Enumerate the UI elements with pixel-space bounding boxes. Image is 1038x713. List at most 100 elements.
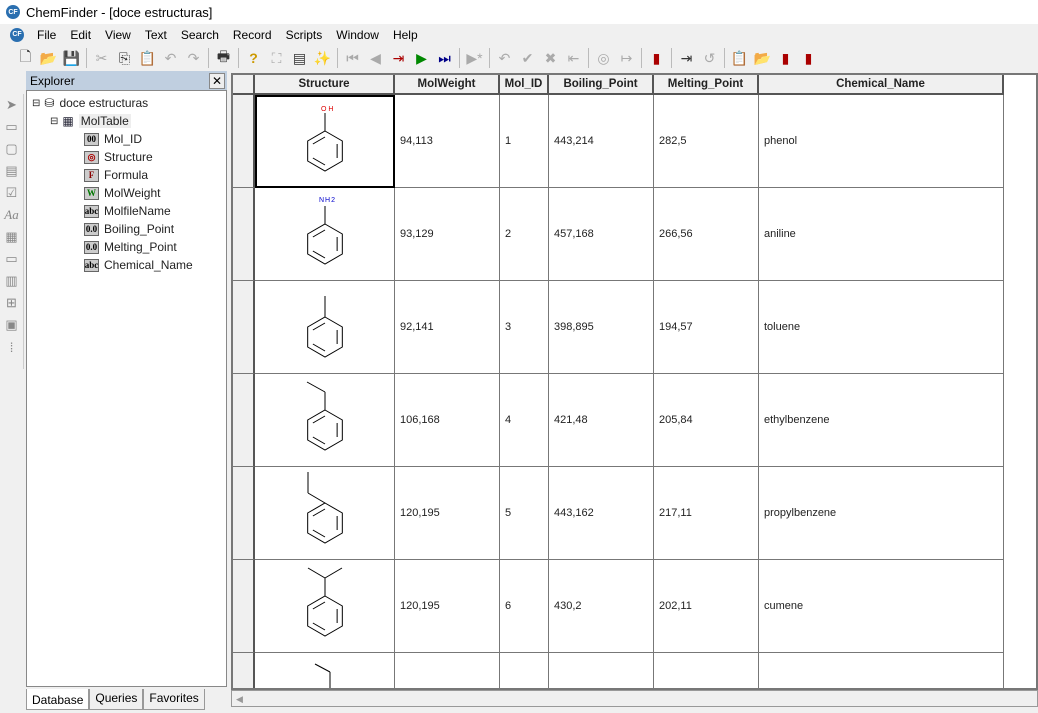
- menu-record[interactable]: Record: [226, 28, 279, 42]
- wizard-icon[interactable]: ✨: [311, 47, 334, 69]
- column-header[interactable]: Structure: [255, 75, 395, 95]
- molweight-cell[interactable]: 92,141: [395, 281, 500, 374]
- list-icon[interactable]: ▮: [645, 47, 668, 69]
- report-icon[interactable]: ▮: [774, 47, 797, 69]
- form-icon[interactable]: ▮: [797, 47, 820, 69]
- box-tool-icon[interactable]: ▭: [0, 116, 23, 138]
- redo-icon[interactable]: ↷: [182, 47, 205, 69]
- column-header[interactable]: MolWeight: [395, 75, 500, 95]
- melting-cell[interactable]: 217,11: [654, 467, 759, 560]
- column-header[interactable]: Melting_Point: [654, 75, 759, 95]
- boiling-cell[interactable]: 430,2: [549, 560, 654, 653]
- tab-queries[interactable]: Queries: [89, 689, 144, 710]
- mol_id-cell[interactable]: 6: [500, 560, 549, 653]
- name-cell[interactable]: phenol: [759, 95, 1004, 188]
- tree-field[interactable]: 0.0 Boiling_Point: [27, 220, 226, 238]
- picture-tool-icon[interactable]: ▦: [0, 226, 23, 248]
- menu-view[interactable]: View: [98, 28, 138, 42]
- tree-field[interactable]: abc MolfileName: [27, 202, 226, 220]
- table-view-icon[interactable]: ▤: [288, 47, 311, 69]
- molweight-cell[interactable]: 94,113: [395, 95, 500, 188]
- commit-icon[interactable]: ✔: [516, 47, 539, 69]
- table-row[interactable]: 120,195 6 430,2 202,11 cumene: [233, 560, 1004, 653]
- folder-icon[interactable]: 📂: [751, 47, 774, 69]
- corner-cell[interactable]: [233, 75, 255, 95]
- boiling-cell[interactable]: 443,162: [549, 467, 654, 560]
- table-row[interactable]: NH2 93,129 2 457,168 266,56 aniline: [233, 188, 1004, 281]
- table-row[interactable]: 106,168 4 421,48 205,84 ethylbenzene: [233, 374, 1004, 467]
- tab-database[interactable]: Database: [26, 689, 90, 710]
- table-tool-icon[interactable]: ⊞: [0, 292, 23, 314]
- melting-cell[interactable]: 266,56: [654, 188, 759, 281]
- boiling-cell[interactable]: 457,168: [549, 188, 654, 281]
- previous-record-icon[interactable]: ◀: [364, 47, 387, 69]
- row-selector[interactable]: [233, 560, 255, 653]
- horizontal-scrollbar[interactable]: ◀: [231, 690, 1038, 707]
- delete-icon[interactable]: ✖: [539, 47, 562, 69]
- help-icon[interactable]: ?: [242, 47, 265, 69]
- collapse-icon[interactable]: ⊟: [32, 98, 40, 109]
- melting-cell[interactable]: 194,57: [654, 281, 759, 374]
- next-record-icon[interactable]: ▶: [410, 47, 433, 69]
- row-selector[interactable]: [233, 95, 255, 188]
- checkbox-tool-icon[interactable]: ☑: [0, 182, 23, 204]
- melting-cell[interactable]: 282,5: [654, 95, 759, 188]
- tab-favorites[interactable]: Favorites: [143, 689, 205, 710]
- tree-field[interactable]: F Formula: [27, 166, 226, 184]
- molweight-cell[interactable]: [395, 653, 500, 688]
- mol_id-cell[interactable]: 2: [500, 188, 549, 281]
- new-record-icon[interactable]: ▶*: [463, 47, 486, 69]
- table-row[interactable]: 120,195 5 443,162 217,11 propylbenzene: [233, 467, 1004, 560]
- framed-box-icon[interactable]: ▤: [0, 160, 23, 182]
- document-icon[interactable]: CF: [10, 27, 24, 42]
- row-selector[interactable]: [233, 653, 255, 688]
- name-cell[interactable]: aniline: [759, 188, 1004, 281]
- first-record-icon[interactable]: ⏮: [341, 47, 364, 69]
- paste-icon[interactable]: 📋: [136, 47, 159, 69]
- scroll-left-icon[interactable]: ◀: [236, 694, 243, 704]
- mol_id-cell[interactable]: 1: [500, 95, 549, 188]
- table-row[interactable]: O H 94,113 1 443,214 282,5 phenol: [233, 95, 1004, 188]
- button-tool-icon[interactable]: ▭: [0, 248, 23, 270]
- goto-record-icon[interactable]: ⇥: [387, 47, 410, 69]
- tree-field[interactable]: abc Chemical_Name: [27, 256, 226, 274]
- row-selector[interactable]: [233, 374, 255, 467]
- fit-icon[interactable]: ⛶: [265, 47, 288, 69]
- clipboard-icon[interactable]: 📋: [728, 47, 751, 69]
- subform-tool-icon[interactable]: ▣: [0, 314, 23, 336]
- save-icon[interactable]: 💾: [60, 47, 83, 69]
- structure-cell[interactable]: [255, 653, 395, 688]
- copy-icon[interactable]: ⎘: [113, 47, 136, 69]
- melting-cell[interactable]: [654, 653, 759, 688]
- molweight-cell[interactable]: 120,195: [395, 467, 500, 560]
- collapse-icon[interactable]: ⊟: [50, 116, 58, 127]
- name-cell[interactable]: cumene: [759, 560, 1004, 653]
- name-cell[interactable]: ethylbenzene: [759, 374, 1004, 467]
- tree-field[interactable]: W MolWeight: [27, 184, 226, 202]
- boiling-cell[interactable]: 421,48: [549, 374, 654, 467]
- menu-search[interactable]: Search: [174, 28, 226, 42]
- mol_id-cell[interactable]: 5: [500, 467, 549, 560]
- export-icon[interactable]: ⇥: [675, 47, 698, 69]
- menu-window[interactable]: Window: [329, 28, 386, 42]
- import-icon[interactable]: ↺: [698, 47, 721, 69]
- tree-table[interactable]: ⊟ ▦ MolTable: [27, 112, 226, 130]
- menu-scripts[interactable]: Scripts: [279, 28, 330, 42]
- tree-field[interactable]: 0.0 Melting_Point: [27, 238, 226, 256]
- structure-cell[interactable]: [255, 281, 395, 374]
- column-header[interactable]: Boiling_Point: [549, 75, 654, 95]
- table-row[interactable]: 92,141 3 398,895 194,57 toluene: [233, 281, 1004, 374]
- menu-text[interactable]: Text: [138, 28, 174, 42]
- close-icon[interactable]: ✕: [209, 72, 225, 89]
- table-row[interactable]: [233, 653, 1004, 688]
- text-tool-icon[interactable]: Aa: [0, 204, 23, 226]
- structure-cell[interactable]: [255, 560, 395, 653]
- menu-edit[interactable]: Edit: [63, 28, 98, 42]
- boiling-cell[interactable]: [549, 653, 654, 688]
- name-cell[interactable]: toluene: [759, 281, 1004, 374]
- menu-help[interactable]: Help: [386, 28, 425, 42]
- boiling-cell[interactable]: 443,214: [549, 95, 654, 188]
- dots-tool-icon[interactable]: ⁞: [0, 336, 23, 358]
- column-header[interactable]: Chemical_Name: [759, 75, 1004, 95]
- grid-tool-icon[interactable]: ▥: [0, 270, 23, 292]
